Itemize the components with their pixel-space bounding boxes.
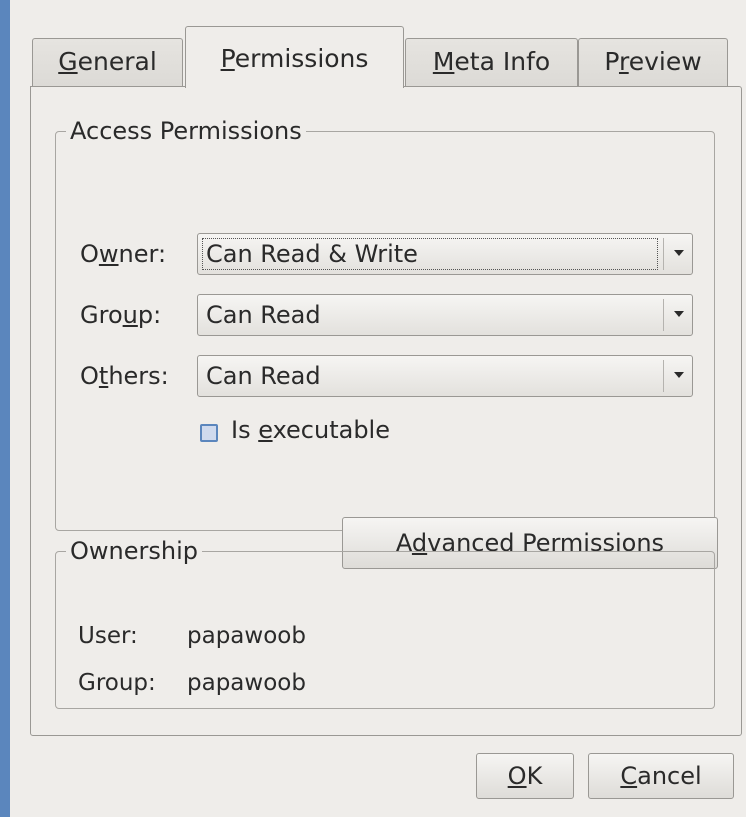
tab-general-mnemonic: G: [58, 47, 78, 76]
group-permission-select[interactable]: Can Read: [197, 294, 693, 336]
owner-group-value: papawoob: [187, 670, 306, 696]
owner-user-label: User:: [78, 623, 138, 649]
access-permissions-group: Access Permissions Owner: Can Read & Wri…: [55, 117, 718, 569]
tab-permissions-rest: ermissions: [234, 44, 369, 73]
tab-general[interactable]: General: [32, 38, 183, 86]
group-label: Group:: [80, 301, 162, 329]
owner-permission-select[interactable]: Can Read & Write: [197, 233, 693, 275]
tab-meta-info-mnemonic: M: [432, 47, 455, 76]
tab-preview-mnemonic: r: [618, 47, 629, 76]
is-executable-label[interactable]: Is executable: [231, 416, 390, 444]
tab-permissions-mnemonic: P: [220, 44, 235, 73]
ok-mnemonic: O: [507, 762, 527, 790]
tab-preview[interactable]: Preview: [578, 38, 728, 86]
permissions-panel: Access Permissions Owner: Can Read & Wri…: [30, 86, 742, 736]
focus-ring: [202, 238, 658, 270]
combo-separator: [663, 299, 664, 331]
access-permissions-legend: Access Permissions: [70, 117, 302, 145]
tab-preview-rest: eview: [628, 47, 702, 76]
tab-permissions[interactable]: Permissions: [185, 26, 404, 88]
chevron-down-icon: [674, 372, 684, 378]
tab-meta-info[interactable]: Meta Info: [405, 38, 578, 86]
tab-preview-pre: P: [604, 47, 619, 76]
properties-dialog: General Permissions Meta Info Preview Ac…: [10, 0, 746, 817]
tab-general-rest: eneral: [77, 47, 157, 76]
owner-label: Owner:: [80, 240, 167, 268]
others-permission-value: Can Read: [206, 362, 321, 390]
combo-separator: [663, 238, 664, 270]
group-permission-value: Can Read: [206, 301, 321, 329]
owner-user-value: papawoob: [187, 623, 306, 649]
ownership-group: Ownership User: papawoob Group: papawoob: [55, 537, 715, 709]
ok-rest: K: [526, 762, 543, 790]
chevron-down-icon: [674, 250, 684, 256]
others-label: Others:: [80, 362, 169, 390]
combo-separator: [663, 360, 664, 392]
ok-button[interactable]: OK: [476, 753, 574, 799]
chevron-down-icon: [674, 311, 684, 317]
others-permission-select[interactable]: Can Read: [197, 355, 693, 397]
cancel-button[interactable]: Cancel: [588, 753, 734, 799]
cancel-mnemonic: C: [620, 762, 638, 790]
ownership-legend: Ownership: [70, 537, 198, 565]
tab-meta-info-rest: eta Info: [454, 47, 551, 76]
cancel-rest: ancel: [637, 762, 702, 790]
is-executable-checkbox[interactable]: [200, 424, 218, 442]
owner-group-label: Group:: [78, 670, 156, 696]
